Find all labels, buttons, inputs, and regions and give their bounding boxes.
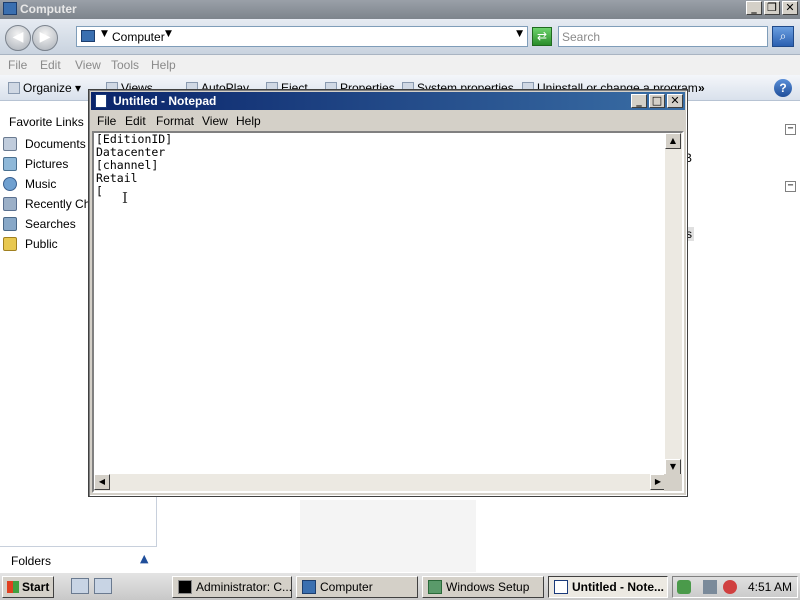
network-icon[interactable] — [703, 580, 717, 594]
notepad-title: Untitled - Notepad — [113, 94, 217, 108]
explorer-menubar: File Edit View Tools Help — [0, 55, 800, 75]
content-lower-panel — [300, 500, 476, 572]
address-text[interactable]: Computer — [112, 30, 165, 44]
help-icon[interactable]: ? — [774, 79, 792, 97]
computer-icon — [3, 2, 17, 15]
chevron-up-icon: ▲ — [140, 552, 149, 565]
system-tray: 4:51 AM — [672, 576, 798, 598]
notepad-menu-edit[interactable]: Edit — [125, 114, 146, 128]
resize-grip[interactable] — [664, 474, 682, 491]
notepad-menubar: File Edit Format View Help — [91, 111, 685, 130]
folders-label: Folders — [11, 554, 52, 568]
task-label: Administrator: C... — [196, 580, 292, 594]
forward-button[interactable]: ▶ — [32, 25, 58, 51]
recently-changed-icon — [3, 197, 17, 211]
start-label: Start — [22, 580, 50, 594]
notepad-menu-help[interactable]: Help — [236, 114, 261, 128]
notepad-current-line[interactable]: [ — [96, 185, 103, 198]
notepad-titlebar[interactable]: Untitled - Notepad _ □ ✕ — [91, 92, 685, 110]
notepad-minimize-button[interactable]: _ — [631, 94, 647, 108]
notepad-text-area[interactable]: [EditionID] Datacenter [channel] Retail … — [92, 131, 684, 493]
notepad-close-button[interactable]: ✕ — [667, 94, 683, 108]
search-button[interactable]: ⌕ — [772, 26, 794, 47]
back-arrow-icon: ◀ — [12, 29, 24, 45]
address-dropdown-icon[interactable]: ▼ — [516, 29, 523, 39]
folders-toggle[interactable]: Folders ▲ — [0, 546, 157, 572]
back-button[interactable]: ◀ — [5, 25, 31, 51]
sidebar-item-label: Public — [25, 237, 58, 251]
security-shield-icon[interactable] — [677, 580, 691, 594]
notepad-icon — [554, 580, 568, 594]
scroll-up-button[interactable]: ▲ — [665, 133, 681, 149]
documents-icon — [3, 137, 17, 151]
organize-button[interactable]: Organize ▾ — [8, 81, 81, 95]
menu-file[interactable]: File — [8, 58, 27, 72]
refresh-icon: ⇄ — [536, 29, 548, 43]
horizontal-scrollbar[interactable]: ◀ ▶ — [94, 474, 666, 491]
clock[interactable]: 4:51 AM — [748, 580, 792, 594]
server-manager-icon[interactable] — [71, 578, 89, 594]
address-bar-area: ◀ ▶ ▼ Computer ▼ ▼ ⇄ Search ⌕ — [0, 19, 800, 55]
music-icon — [3, 177, 17, 191]
explorer-title: Computer — [20, 2, 77, 16]
notepad-menu-file[interactable]: File — [97, 114, 116, 128]
task-notepad[interactable]: Untitled - Note... — [548, 576, 668, 598]
windows-flag-icon — [7, 581, 19, 593]
favorite-links-header: Favorite Links — [9, 115, 84, 129]
breadcrumb-chevron-icon[interactable]: ▼ — [165, 29, 172, 39]
setup-icon — [428, 580, 442, 594]
notepad-menu-format[interactable]: Format — [156, 114, 194, 128]
forward-arrow-icon: ▶ — [39, 29, 51, 45]
taskbar: Start Administrator: C... Computer Windo… — [0, 572, 800, 600]
scroll-left-button[interactable]: ◀ — [94, 474, 110, 490]
toolbar-overflow-button[interactable]: » — [698, 81, 705, 95]
pictures-icon — [3, 157, 17, 171]
explorer-titlebar[interactable]: Computer _ ❐ ✕ — [0, 0, 800, 19]
sidebar-item-label: Searches — [25, 217, 76, 231]
computer-icon — [81, 30, 95, 42]
organize-label: Organize — [23, 81, 72, 95]
notepad-text[interactable]: [EditionID] Datacenter [channel] Retail — [96, 133, 172, 185]
command-prompt-icon — [178, 580, 192, 594]
task-label: Windows Setup — [446, 580, 530, 594]
notepad-icon — [95, 94, 107, 108]
collapse-group-button[interactable]: − — [785, 181, 796, 192]
sidebar-item-label: Documents — [25, 137, 86, 151]
scroll-down-button[interactable]: ▼ — [665, 459, 681, 475]
volume-muted-icon[interactable] — [723, 580, 737, 594]
notepad-maximize-button[interactable]: □ — [649, 94, 665, 108]
notepad-window: Untitled - Notepad _ □ ✕ File Edit Forma… — [88, 89, 688, 497]
task-administrator-cmd[interactable]: Administrator: C... — [172, 576, 292, 598]
folder-icon — [3, 237, 17, 251]
menu-edit[interactable]: Edit — [40, 58, 61, 72]
explorer-restore-button[interactable]: ❐ — [764, 1, 780, 15]
menu-tools[interactable]: Tools — [111, 58, 139, 72]
search-icon: ⌕ — [779, 29, 787, 43]
computer-icon — [302, 580, 316, 594]
address-field[interactable]: ▼ Computer ▼ ▼ — [76, 26, 528, 47]
searches-icon — [3, 217, 17, 231]
explorer-minimize-button[interactable]: _ — [746, 1, 762, 15]
explorer-close-button[interactable]: ✕ — [782, 1, 798, 15]
organize-icon — [8, 82, 20, 94]
task-label: Computer — [320, 580, 373, 594]
breadcrumb-chevron-icon[interactable]: ▼ — [101, 29, 108, 39]
task-windows-setup[interactable]: Windows Setup — [422, 576, 544, 598]
vertical-scrollbar[interactable]: ▲ ▼ — [665, 133, 682, 475]
refresh-button[interactable]: ⇄ — [532, 27, 552, 46]
start-button[interactable]: Start — [2, 576, 54, 598]
sidebar-item-label: Music — [25, 177, 57, 191]
search-input[interactable]: Search — [558, 26, 768, 47]
task-label: Untitled - Note... — [572, 580, 664, 594]
menu-help[interactable]: Help — [151, 58, 176, 72]
notepad-menu-view[interactable]: View — [202, 114, 228, 128]
text-cursor-icon: I — [122, 189, 128, 207]
sidebar-item-label: Pictures — [25, 157, 69, 171]
collapse-group-button[interactable]: − — [785, 124, 796, 135]
task-computer[interactable]: Computer — [296, 576, 418, 598]
menu-view[interactable]: View — [75, 58, 101, 72]
show-desktop-icon[interactable] — [94, 578, 112, 594]
